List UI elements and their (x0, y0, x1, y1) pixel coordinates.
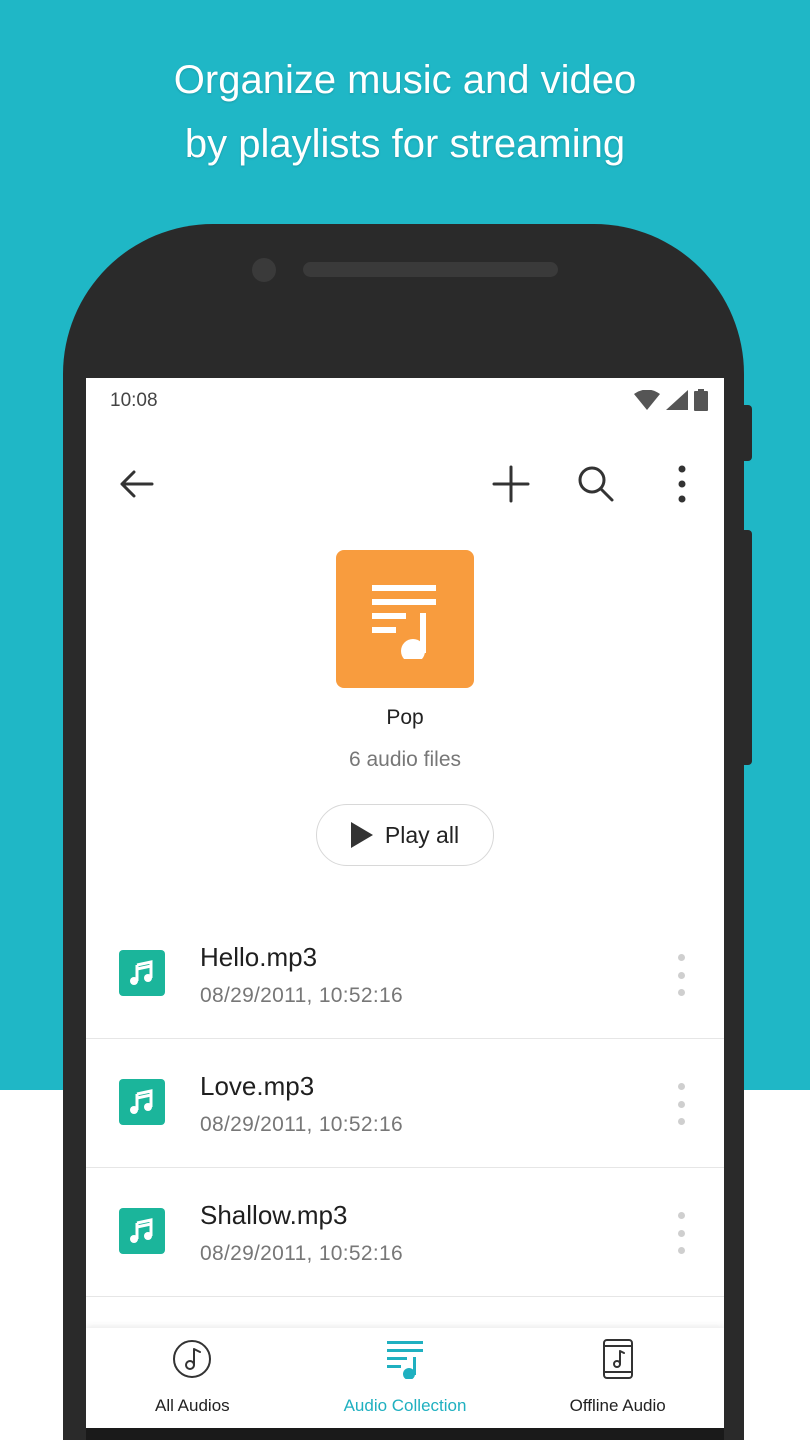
playlist-count: 6 audio files (348, 748, 462, 771)
playlist-music-icon (387, 1341, 423, 1379)
more-dot (677, 1100, 685, 1108)
more-vertical-icon (678, 465, 686, 503)
more-dot (677, 1212, 685, 1219)
play-icon (350, 822, 373, 848)
nav-label: Audio Collection (343, 1396, 467, 1415)
item-more-button[interactable] (666, 954, 696, 996)
back-button[interactable] (112, 460, 160, 508)
audio-file-icon (119, 1208, 165, 1254)
bottom-navigation: All Audios Audio Collection Offline Audi… (86, 1328, 724, 1428)
more-dot (677, 1083, 685, 1090)
add-button[interactable] (487, 460, 535, 508)
back-arrow-icon (120, 470, 154, 498)
search-icon (578, 466, 614, 502)
more-dot (677, 989, 685, 996)
phone-music-icon (602, 1339, 633, 1379)
phone-speaker (303, 262, 558, 277)
playlist-cover (336, 550, 474, 688)
status-icons (634, 388, 708, 412)
play-all-button[interactable]: Play all (316, 804, 494, 866)
screen-bottom-edge (86, 1428, 724, 1440)
file-name: Love.mp3 (200, 1071, 315, 1101)
item-more-button[interactable] (666, 1083, 696, 1125)
file-date: 08/29/2011, 10:52:16 (200, 1113, 403, 1136)
file-name: Hello.mp3 (200, 942, 318, 972)
more-dot (677, 1229, 685, 1237)
file-date: 08/29/2011, 10:52:16 (200, 1242, 403, 1265)
file-name: Shallow.mp3 (200, 1200, 348, 1230)
wifi-icon (634, 390, 660, 410)
search-button[interactable] (572, 460, 620, 508)
playlist-music-icon (372, 585, 436, 659)
more-dot (677, 1118, 685, 1125)
nav-label: All Audios (155, 1396, 230, 1415)
more-dot (677, 971, 685, 979)
battery-icon (694, 389, 708, 411)
phone-camera (252, 258, 276, 282)
more-dot (677, 1247, 685, 1254)
music-note-icon (130, 1218, 153, 1243)
list-item[interactable]: Love.mp3 08/29/2011, 10:52:16 (86, 1039, 724, 1168)
play-all-label: Play all (384, 821, 460, 848)
music-note-circle-icon (173, 1340, 212, 1378)
nav-audio-collection[interactable]: Audio Collection (299, 1328, 512, 1428)
headline: Organize music and video by playlists fo… (0, 48, 810, 176)
playlist-name: Pop (386, 706, 424, 729)
list-item[interactable]: Hello.mp3 08/29/2011, 10:52:16 (86, 910, 724, 1039)
more-dot (677, 954, 685, 961)
more-options-button[interactable] (658, 460, 706, 508)
music-note-icon (130, 1089, 153, 1114)
signal-icon (666, 390, 688, 410)
item-more-button[interactable] (666, 1212, 696, 1254)
headline-line-2: by playlists for streaming (184, 122, 626, 166)
phone-screen: 10:08 Pop 6 audio files Play all Hello.m… (86, 378, 724, 1440)
phone-volume-button (744, 530, 752, 765)
status-time: 10:08 (110, 390, 158, 411)
audio-file-list: Hello.mp3 08/29/2011, 10:52:16 Love.mp3 … (86, 910, 724, 1297)
list-item[interactable]: Shallow.mp3 08/29/2011, 10:52:16 (86, 1168, 724, 1297)
file-date: 08/29/2011, 10:52:16 (200, 984, 403, 1007)
plus-icon (492, 465, 530, 503)
music-note-icon (130, 960, 153, 985)
headline-line-1: Organize music and video (173, 58, 637, 102)
audio-file-icon (119, 1079, 165, 1125)
phone-power-button (744, 405, 752, 461)
nav-offline-audio[interactable]: Offline Audio (511, 1328, 724, 1428)
nav-label: Offline Audio (569, 1396, 666, 1415)
audio-file-icon (119, 950, 165, 996)
nav-all-audios[interactable]: All Audios (86, 1328, 299, 1428)
